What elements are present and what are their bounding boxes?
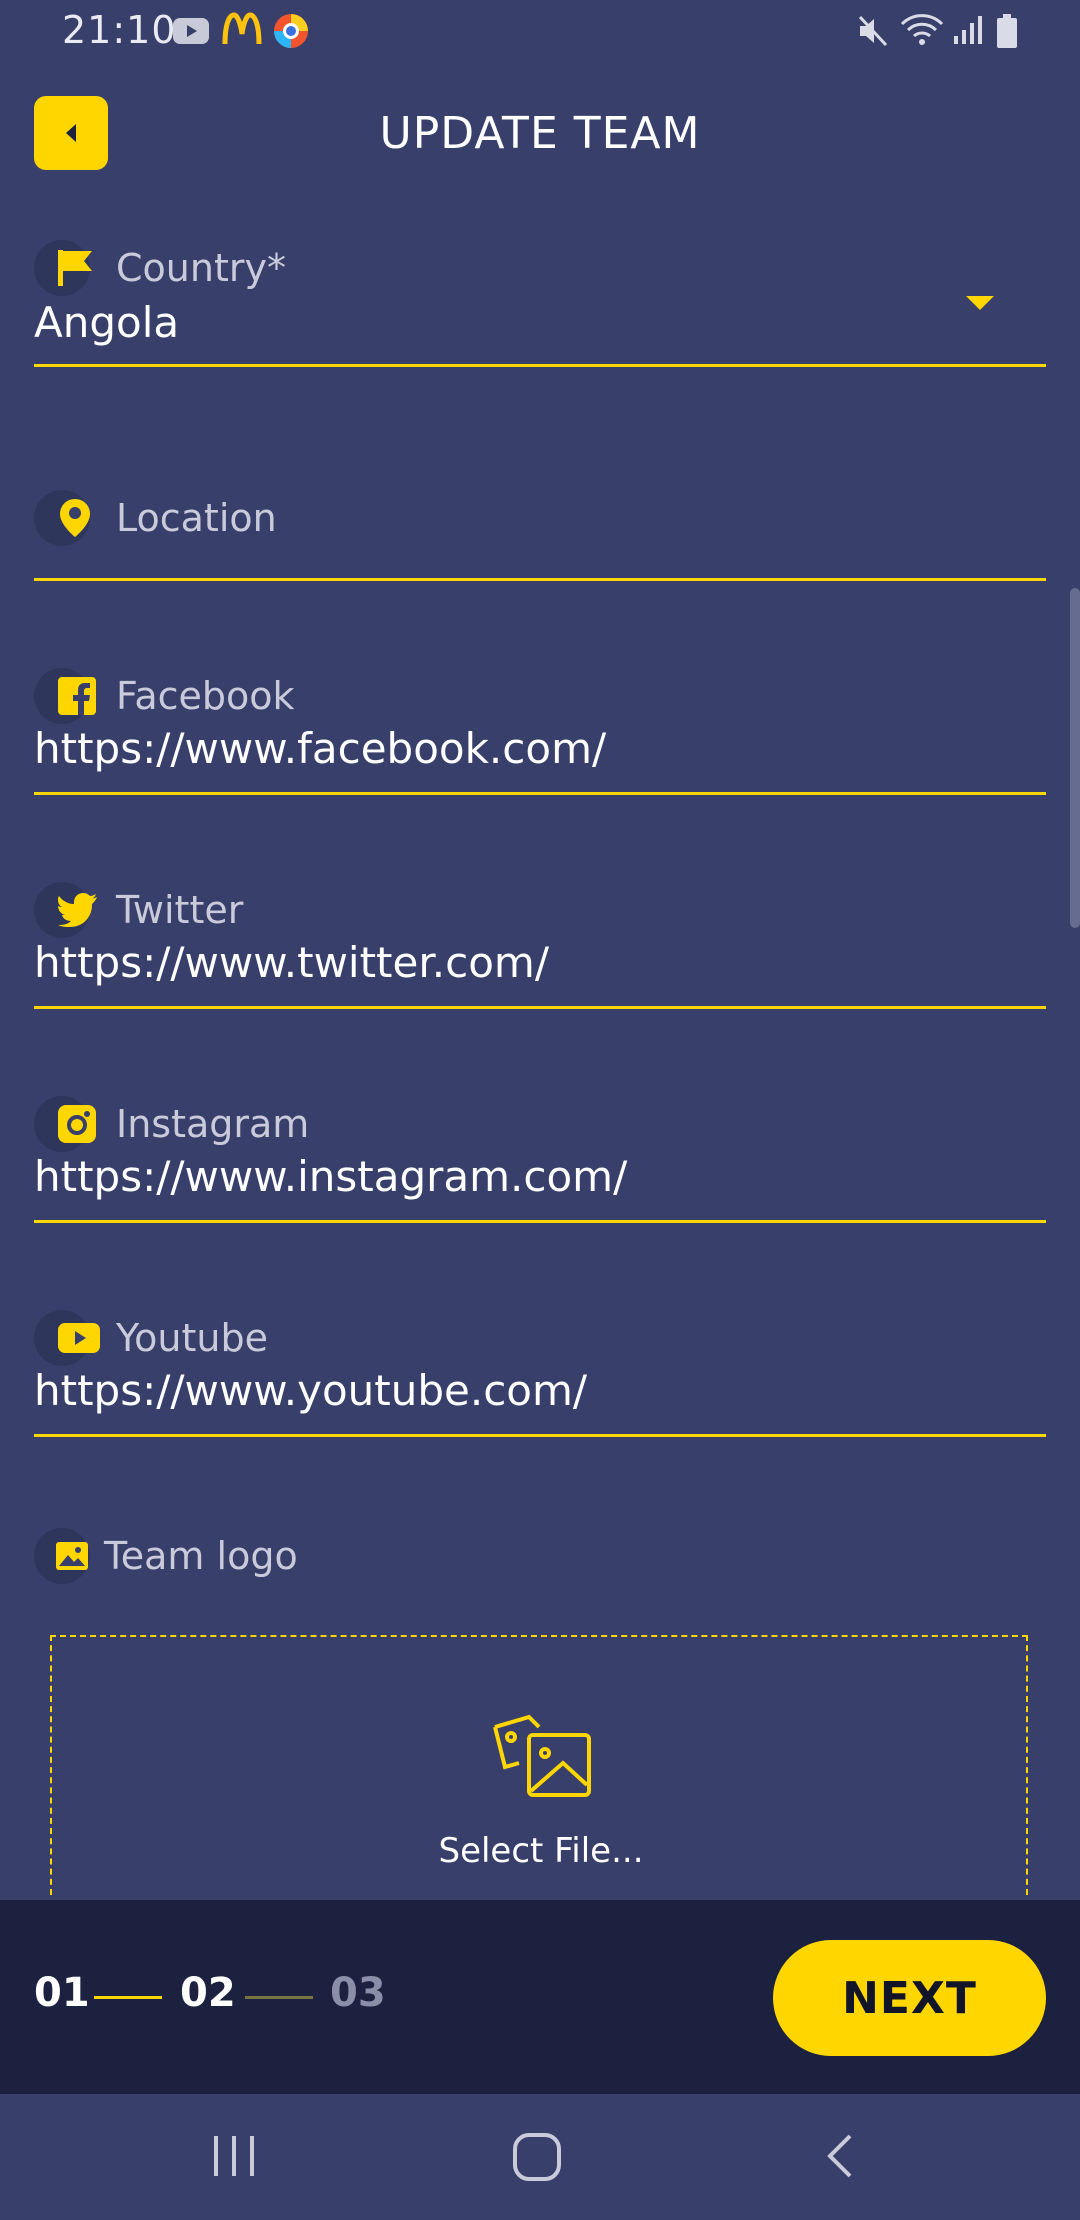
youtube-notification-icon: [172, 16, 210, 50]
stepper-bar: 01 02 03 NEXT: [0, 1900, 1080, 2094]
location-field[interactable]: Location: [34, 490, 1046, 584]
instagram-underline: [34, 1220, 1046, 1223]
mute-icon: [856, 14, 892, 52]
instagram-field[interactable]: Instagram https://www.instagram.com/: [34, 1096, 1046, 1226]
country-label: Country*: [116, 246, 286, 290]
youtube-underline: [34, 1434, 1046, 1437]
browser-notification-icon: [272, 12, 310, 54]
facebook-icon: [34, 668, 96, 724]
select-file-label: Select File...: [438, 1831, 644, 1871]
app-bar: UPDATE TEAM: [0, 96, 1080, 176]
battery-icon: [996, 14, 1018, 52]
flag-icon: [34, 240, 92, 296]
facebook-underline: [34, 792, 1046, 795]
scrollbar[interactable]: [1070, 588, 1080, 928]
step-connector-2: [245, 1996, 313, 1999]
instagram-url-input[interactable]: https://www.instagram.com/: [34, 1152, 627, 1201]
page-title: UPDATE TEAM: [379, 108, 701, 159]
twitter-underline: [34, 1006, 1046, 1009]
signal-icon: [952, 14, 986, 50]
facebook-field[interactable]: Facebook https://www.facebook.com/: [34, 668, 1046, 798]
wifi-icon: [900, 12, 944, 52]
step-01: 01: [34, 1970, 90, 2016]
status-time: 21:10: [62, 8, 177, 52]
twitter-field[interactable]: Twitter https://www.twitter.com/: [34, 882, 1046, 1012]
gallery-icon: [493, 1714, 591, 1797]
country-underline: [34, 364, 1046, 367]
step-02: 02: [180, 1970, 236, 2016]
location-label: Location: [116, 496, 277, 540]
mcdonalds-notification-icon: [222, 12, 262, 50]
country-dropdown[interactable]: Country* Angola: [34, 240, 1046, 370]
team-logo-field: Team logo: [34, 1528, 1046, 1588]
step-connector-1: [94, 1996, 162, 1999]
back-nav-icon[interactable]: [822, 2132, 856, 2180]
location-pin-icon: [34, 490, 90, 546]
file-upload-area[interactable]: Select File...: [50, 1635, 1028, 1895]
youtube-url-input[interactable]: https://www.youtube.com/: [34, 1366, 587, 1415]
home-icon[interactable]: [512, 2132, 562, 2182]
system-nav-bar: [0, 2094, 1080, 2220]
facebook-label: Facebook: [116, 674, 295, 718]
next-button[interactable]: NEXT: [773, 1940, 1046, 2056]
twitter-icon: [34, 882, 97, 938]
twitter-url-input[interactable]: https://www.twitter.com/: [34, 938, 549, 987]
facebook-url-input[interactable]: https://www.facebook.com/: [34, 724, 606, 773]
youtube-label: Youtube: [116, 1316, 268, 1360]
recent-apps-icon[interactable]: [210, 2134, 260, 2178]
image-icon: [34, 1528, 90, 1584]
status-bar: 21:10: [0, 0, 1080, 64]
instagram-label: Instagram: [116, 1102, 310, 1146]
country-value: Angola: [34, 298, 180, 347]
youtube-field[interactable]: Youtube https://www.youtube.com/: [34, 1310, 1046, 1440]
youtube-icon: [34, 1310, 100, 1366]
step-03: 03: [330, 1970, 386, 2016]
instagram-icon: [34, 1096, 96, 1152]
chevron-down-icon: [966, 296, 994, 310]
location-underline: [34, 578, 1046, 581]
twitter-label: Twitter: [116, 888, 244, 932]
team-logo-label: Team logo: [104, 1534, 298, 1578]
